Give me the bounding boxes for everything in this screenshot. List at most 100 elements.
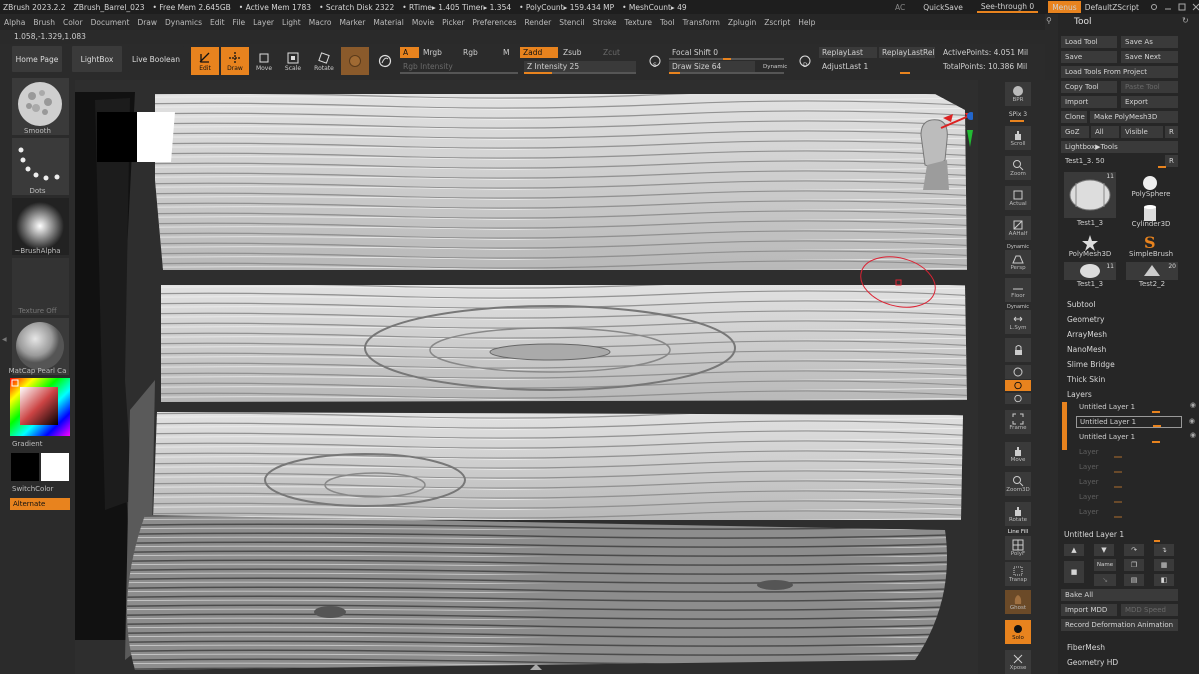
all-button[interactable]: All bbox=[1091, 126, 1119, 138]
draw-button[interactable]: Draw bbox=[221, 47, 249, 75]
import-button[interactable]: Import bbox=[1061, 96, 1117, 108]
menu-item[interactable]: Stencil bbox=[555, 18, 588, 27]
draw-size-slider[interactable]: Draw Size 64 bbox=[669, 61, 755, 72]
collapse-arrow-icon[interactable]: ◀ bbox=[2, 336, 7, 343]
clone-button[interactable]: Clone bbox=[1061, 111, 1087, 123]
menu-item[interactable]: Texture bbox=[621, 18, 656, 27]
minimize-icon[interactable] bbox=[1160, 3, 1171, 11]
menu-item[interactable]: Help bbox=[794, 18, 819, 27]
menu-item[interactable]: Stroke bbox=[589, 18, 621, 27]
subtool-section[interactable]: Subtool bbox=[1067, 300, 1095, 309]
layer-row[interactable]: Untitled Layer 1 ◉ bbox=[1076, 416, 1195, 428]
quicksave-button[interactable]: QuickSave bbox=[909, 3, 977, 12]
a-toggle[interactable]: A bbox=[400, 47, 419, 58]
eye-icon[interactable]: ◉ bbox=[1190, 431, 1196, 439]
layer-mask-button[interactable]: ◧ bbox=[1154, 574, 1174, 586]
xyz-button[interactable] bbox=[1005, 365, 1031, 379]
zsub-toggle[interactable]: Zsub bbox=[560, 47, 598, 58]
goz-button[interactable]: GoZ bbox=[1061, 126, 1089, 138]
nanomesh-section[interactable]: NanoMesh bbox=[1067, 345, 1106, 354]
thick-skin-section[interactable]: Thick Skin bbox=[1067, 375, 1105, 384]
close-icon[interactable] bbox=[1188, 3, 1199, 11]
zoom3d-button[interactable]: Zoom3D bbox=[1005, 472, 1031, 496]
load-from-project-button[interactable]: Load Tools From Project bbox=[1061, 66, 1178, 78]
layer-row[interactable]: Untitled Layer 1 ◉ bbox=[1076, 431, 1196, 443]
r-button[interactable]: R bbox=[1165, 126, 1178, 138]
secondary-color-swatch[interactable] bbox=[41, 453, 69, 481]
zadd-toggle[interactable]: Zadd bbox=[520, 47, 558, 58]
save-as-button[interactable]: Save As bbox=[1121, 36, 1178, 48]
edit-button[interactable]: Edit bbox=[191, 47, 219, 75]
move-button[interactable]: Move bbox=[250, 47, 278, 75]
menu-item[interactable]: Preferences bbox=[468, 18, 520, 27]
layers-section[interactable]: Layers bbox=[1067, 390, 1092, 399]
alternate-button[interactable]: Alternate bbox=[10, 498, 70, 510]
menu-item[interactable]: Edit bbox=[206, 18, 229, 27]
floor-button[interactable]: Floor bbox=[1005, 278, 1031, 302]
menu-item[interactable]: Movie bbox=[408, 18, 438, 27]
save-next-button[interactable]: Save Next bbox=[1121, 51, 1178, 63]
settings-icon[interactable] bbox=[1146, 3, 1157, 11]
arraymesh-section[interactable]: ArrayMesh bbox=[1067, 330, 1107, 339]
scroll-button[interactable]: Scroll bbox=[1005, 126, 1031, 150]
menu-item[interactable]: File bbox=[229, 18, 250, 27]
solo-button[interactable]: Solo bbox=[1005, 620, 1031, 644]
tool-thumb-test2[interactable]: 20 bbox=[1126, 262, 1178, 280]
visible-button[interactable]: Visible bbox=[1121, 126, 1163, 138]
focal-shift-slider[interactable]: Focal Shift 0 bbox=[669, 47, 784, 58]
menu-item[interactable]: Render bbox=[521, 18, 556, 27]
navigation-cube-head[interactable] bbox=[913, 110, 975, 190]
layer-merge-button[interactable]: ↘ bbox=[1094, 574, 1116, 586]
replay-last-rel-button[interactable]: ReplayLastRel bbox=[879, 47, 935, 58]
actual-button[interactable]: Actual bbox=[1005, 186, 1031, 210]
menu-item[interactable]: Brush bbox=[29, 18, 59, 27]
menu-item[interactable]: Light bbox=[278, 18, 305, 27]
current-tool-r-button[interactable]: R bbox=[1165, 155, 1178, 167]
lock-button[interactable] bbox=[1005, 338, 1031, 362]
mrgb-toggle[interactable]: Mrgb bbox=[420, 47, 458, 58]
menu-item[interactable]: Zplugin bbox=[724, 18, 760, 27]
replay-last-button[interactable]: ReplayLast bbox=[819, 47, 877, 58]
layer-row[interactable]: Layer bbox=[1076, 491, 1182, 503]
current-layer-label[interactable]: Untitled Layer 1 bbox=[1064, 530, 1124, 539]
menu-item[interactable]: Zscript bbox=[760, 18, 794, 27]
eye-icon[interactable]: ◉ bbox=[1189, 417, 1195, 425]
menu-item[interactable]: Draw bbox=[133, 18, 161, 27]
lightbox-button[interactable]: LightBox bbox=[72, 46, 122, 72]
layer-down-button[interactable]: ▼ bbox=[1094, 544, 1114, 556]
menus-button[interactable]: Menus bbox=[1048, 1, 1081, 13]
pin-icon[interactable]: ⚲ bbox=[1046, 16, 1056, 26]
geometry-section[interactable]: Geometry bbox=[1067, 315, 1104, 324]
rgb-intensity-slider[interactable]: Rgb Intensity bbox=[400, 61, 518, 72]
record-deformation-button[interactable]: Record Deformation Animation bbox=[1061, 619, 1178, 631]
z-intensity-slider[interactable]: Z Intensity 25 bbox=[524, 61, 636, 72]
tool-thumb-barrel[interactable]: 11 bbox=[1064, 172, 1116, 218]
layer-copy-button[interactable]: ❐ bbox=[1124, 559, 1144, 571]
material-swatch[interactable] bbox=[341, 47, 369, 75]
layers-scrollbar[interactable] bbox=[1062, 402, 1067, 450]
menu-item[interactable]: Layer bbox=[249, 18, 278, 27]
fibermesh-section[interactable]: FiberMesh bbox=[1067, 643, 1105, 652]
lsym-button[interactable]: L.Sym bbox=[1005, 310, 1031, 334]
slime-bridge-section[interactable]: Slime Bridge bbox=[1067, 360, 1115, 369]
rgb-toggle[interactable]: Rgb bbox=[460, 47, 498, 58]
ghost-button[interactable]: Ghost bbox=[1005, 590, 1031, 614]
menu-item[interactable]: Marker bbox=[335, 18, 369, 27]
m-toggle[interactable]: M bbox=[500, 47, 518, 58]
zscript-label[interactable]: DefaultZScript bbox=[1081, 3, 1143, 12]
layer-delete-button[interactable]: ▦ bbox=[1154, 559, 1174, 571]
simplebrush-icon[interactable]: S bbox=[1141, 232, 1159, 252]
paste-tool-button[interactable]: Paste Tool bbox=[1121, 81, 1178, 93]
layer-row[interactable]: Layer bbox=[1076, 506, 1182, 518]
layer-record-button[interactable]: ■ bbox=[1064, 561, 1084, 583]
layer-row[interactable]: Layer bbox=[1076, 461, 1182, 473]
layer-row[interactable]: Layer bbox=[1076, 476, 1182, 488]
menu-item[interactable]: Tool bbox=[656, 18, 679, 27]
aahalf-button[interactable]: AAHalf bbox=[1005, 216, 1031, 240]
tool-thumb-test1[interactable]: 11 bbox=[1064, 262, 1116, 280]
bake-all-button[interactable]: Bake All bbox=[1061, 589, 1178, 601]
persp-button[interactable]: Persp bbox=[1005, 250, 1031, 274]
current-tool-slider[interactable]: Test1_3. 50 bbox=[1061, 155, 1165, 167]
y-rotate-button[interactable] bbox=[1005, 380, 1031, 391]
menu-item[interactable]: Picker bbox=[438, 18, 468, 27]
